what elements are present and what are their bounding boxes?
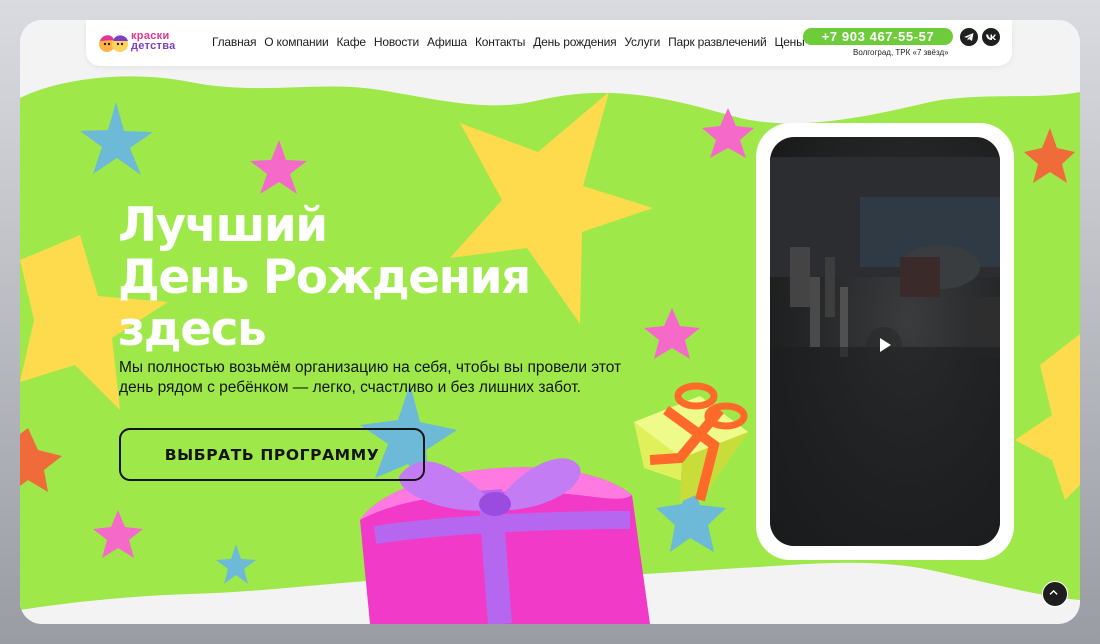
nav-contacts[interactable]: Контакты xyxy=(475,35,525,49)
hero-title-line-3: здесь xyxy=(118,302,267,357)
site-header: краски детства Главная О компании Кафе Н… xyxy=(86,20,1012,66)
play-icon xyxy=(880,338,891,352)
hero-title: Лучший День Рождения здесь xyxy=(118,198,531,357)
logo[interactable]: краски детства xyxy=(98,30,178,56)
nav-cafe[interactable]: Кафе xyxy=(336,35,366,49)
nav-about[interactable]: О компании xyxy=(264,35,328,49)
video-player[interactable] xyxy=(770,137,1000,546)
nav-prices[interactable]: Цены xyxy=(775,35,805,49)
nav-birthday[interactable]: День рождения xyxy=(533,35,616,49)
nav-news[interactable]: Новости xyxy=(374,35,419,49)
hero-subtitle: Мы полностью возьмём организацию на себя… xyxy=(119,359,622,396)
main-nav: Главная О компании Кафе Новости Афиша Ко… xyxy=(212,35,813,49)
logo-kids-icon xyxy=(99,35,128,52)
browser-viewport: краски детства Главная О компании Кафе Н… xyxy=(20,20,1080,624)
vk-icon xyxy=(986,34,996,40)
hero-title-line-2: День Рождения xyxy=(118,250,531,305)
scroll-to-top-button[interactable] xyxy=(1042,581,1068,607)
hero-title-line-1: Лучший xyxy=(118,198,328,253)
choose-program-button[interactable]: ВЫБРАТЬ ПРОГРАММУ xyxy=(119,428,425,481)
logo-line-2: детства xyxy=(131,40,176,52)
phone-number[interactable]: +7 903 467-55-57 xyxy=(803,28,953,45)
telegram-icon xyxy=(964,33,974,41)
gift-pink xyxy=(360,458,650,624)
play-button[interactable] xyxy=(866,327,902,363)
telegram-link[interactable] xyxy=(960,28,978,46)
vk-link[interactable] xyxy=(982,28,1000,46)
logo-text: краски детства xyxy=(131,31,176,52)
nav-park[interactable]: Парк развлечений xyxy=(668,35,767,49)
nav-home[interactable]: Главная xyxy=(212,35,256,49)
nav-services[interactable]: Услуги xyxy=(624,35,660,49)
chevron-up-icon xyxy=(1049,589,1058,595)
video-card xyxy=(756,123,1014,560)
nav-events[interactable]: Афиша xyxy=(427,35,467,49)
address: Волгоград, ТРК «7 звёзд» xyxy=(853,48,949,57)
